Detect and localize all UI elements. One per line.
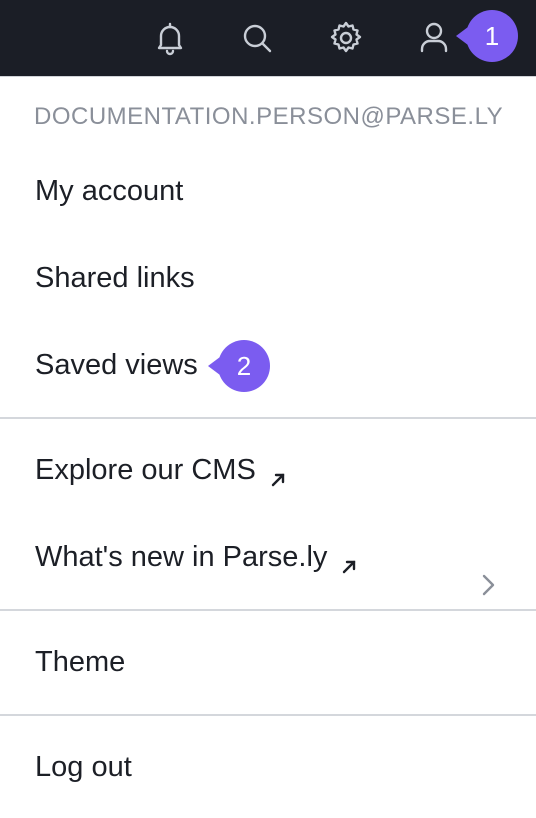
bell-icon[interactable] [146, 14, 194, 62]
menu-item-saved-views[interactable]: Saved views [35, 349, 198, 382]
step-badge-1: 1 [456, 10, 518, 62]
menu-item-label: Saved views [35, 349, 198, 381]
menu-divider [0, 417, 536, 419]
menu-item-label: My account [35, 175, 184, 207]
badge-number: 2 [218, 340, 270, 392]
external-link-icon [270, 463, 286, 486]
search-icon[interactable] [233, 14, 281, 62]
top-navigation-bar: 1 [0, 0, 536, 76]
chevron-right-icon [478, 572, 498, 598]
badge-number: 1 [466, 10, 518, 62]
menu-item-explore-cms[interactable]: Explore our CMS [35, 454, 286, 487]
menu-item-shared-links[interactable]: Shared links [35, 262, 195, 295]
menu-item-whats-new[interactable]: What's new in Parse.ly [35, 541, 357, 574]
account-email: DOCUMENTATION.PERSON@PARSE.LY [34, 103, 504, 130]
menu-item-label: Explore our CMS [35, 454, 256, 486]
menu-item-label: What's new in Parse.ly [35, 541, 328, 573]
step-badge-2: 2 [208, 340, 270, 392]
gear-icon[interactable] [322, 14, 370, 62]
menu-divider [0, 714, 536, 716]
external-link-icon [341, 550, 357, 573]
menu-divider [0, 609, 536, 611]
menu-item-theme[interactable]: Theme [35, 646, 125, 679]
menu-item-label: Theme [35, 646, 126, 678]
account-dropdown-menu: DOCUMENTATION.PERSON@PARSE.LY My account… [0, 76, 536, 783]
menu-item-log-out[interactable]: Log out [35, 751, 132, 784]
menu-item-my-account[interactable]: My account [35, 175, 183, 208]
user-icon[interactable] [410, 14, 458, 62]
menu-item-label: Shared links [35, 262, 195, 294]
menu-item-label: Log out [35, 751, 132, 783]
